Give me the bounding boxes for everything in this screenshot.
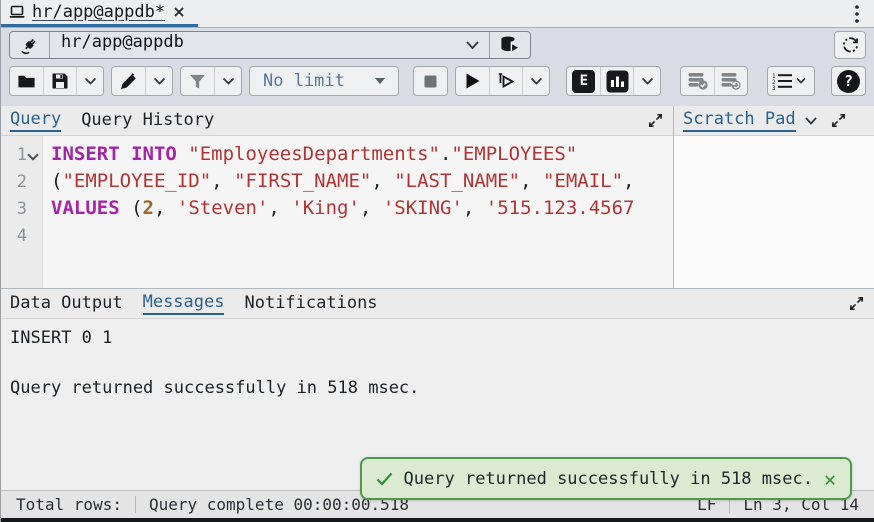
maximize-query-panel-button[interactable] [647,112,664,129]
close-tab-icon[interactable] [172,5,186,19]
message-line [10,351,865,376]
plug-icon [19,35,40,56]
connection-selector[interactable]: hr/app@appdb [9,31,531,59]
connection-status-button[interactable] [10,32,50,58]
filter-icon [188,73,207,90]
query-tool-window: hr/app@appdb* hr/app@appdb [0,0,874,522]
edit-options-button[interactable] [145,67,172,95]
maximize-scratch-pad-button[interactable] [830,112,847,129]
fold-chevron-icon[interactable] [27,149,39,161]
scratch-pad-header: Scratch Pad [674,106,874,136]
toast-close-icon[interactable]: ✕ [824,469,836,489]
scratch-pad-editor[interactable] [674,136,874,288]
chevron-down-icon [84,77,97,86]
query-tool-tab[interactable]: hr/app@appdb* [1,0,198,27]
tab-notifications[interactable]: Notifications [244,293,377,314]
save-button[interactable] [43,67,76,95]
total-rows-label: Total rows: [16,495,122,514]
code-line[interactable]: VALUES (2, 'Steven', 'King', 'SKING', '5… [51,195,673,222]
help-icon: ? [837,70,860,93]
macros-button[interactable]: 123 [768,67,814,95]
window-menu-button[interactable] [840,0,874,27]
row-limit-select[interactable]: No limit [250,67,398,95]
tab-query-history[interactable]: Query History [81,110,214,131]
status-separator [135,496,136,513]
kebab-icon [854,4,860,24]
row-limit-value: No limit [263,71,345,91]
folder-icon [17,73,36,90]
tab-query[interactable]: Query [10,109,61,132]
execute-options-button[interactable] [522,67,549,95]
success-toast: Query returned successfully in 518 msec.… [360,457,852,500]
execute-script-button[interactable] [456,67,489,95]
query-editor-pane: Query Query History 1234 INSERT INTO "Em… [1,106,674,288]
execute-query-button[interactable] [489,67,522,95]
play-cursor-icon [497,72,516,90]
scratch-pad-pane: Scratch Pad [674,106,874,288]
explain-button[interactable]: E [567,67,600,95]
refresh-icon [841,36,860,55]
filter-options-button[interactable] [214,67,241,95]
chevron-down-icon [641,77,654,86]
connection-bar: hr/app@appdb [1,28,874,62]
edit-button[interactable] [112,67,145,95]
connection-value[interactable]: hr/app@appdb [50,32,456,58]
query-toolbar: No limit [1,62,874,106]
save-options-button[interactable] [76,67,103,95]
chevron-down-icon [530,77,543,86]
tab-data-output[interactable]: Data Output [10,293,123,314]
tab-scratch-pad[interactable]: Scratch Pad [683,109,796,132]
database-commit-icon [687,71,709,91]
reset-layout-button[interactable] [834,31,866,59]
chevron-down-icon [222,77,235,86]
maximize-output-panel-button[interactable] [848,295,865,312]
numbered-list-icon: 123 [772,72,810,90]
database-new-icon [499,35,521,55]
commit-button[interactable] [681,67,714,95]
help-button[interactable]: ? [832,67,865,95]
scratch-pad-options-button[interactable] [804,116,818,126]
window-tab-bar: hr/app@appdb* [1,0,874,28]
terminal-icon [9,5,25,19]
message-line: Query returned successfully in 518 msec. [10,376,865,401]
line-number: 2 [1,168,42,195]
output-tabs: Data Output Messages Notifications [1,289,874,319]
editor-gutter: 1234 [1,136,43,288]
new-connection-button[interactable] [489,32,530,58]
bar-chart-icon [606,70,629,93]
stop-icon [422,73,439,90]
main-panels: Query Query History 1234 INSERT INTO "Em… [1,106,874,288]
editor-tabs: Query Query History [1,106,673,136]
database-rollback-icon [720,71,742,91]
explain-icon: E [572,70,595,93]
code-line[interactable] [51,222,673,249]
chevron-down-icon [153,77,166,86]
message-line: INSERT 0 1 [10,326,865,351]
open-file-button[interactable] [10,67,43,95]
filter-button[interactable] [181,67,214,95]
editor-code[interactable]: INSERT INTO "EmployeesDepartments"."EMPL… [43,136,673,288]
line-number: 4 [1,222,42,249]
tab-messages[interactable]: Messages [143,292,225,315]
explain-analyze-button[interactable] [600,67,633,95]
connection-dropdown-chevron[interactable] [456,32,489,58]
line-number: 1 [1,141,42,168]
window-bottom-edge [1,518,874,522]
code-line[interactable]: ("EMPLOYEE_ID", "FIRST_NAME", "LAST_NAME… [51,168,673,195]
save-icon [51,72,69,90]
caret-down-icon [375,78,385,84]
toast-message: Query returned successfully in 518 msec. [404,469,813,489]
svg-text:3: 3 [772,85,776,90]
stop-button[interactable] [414,67,447,95]
line-number: 3 [1,195,42,222]
rollback-button[interactable] [714,67,747,95]
success-check-icon [376,472,393,486]
play-icon [464,72,481,90]
sql-editor[interactable]: 1234 INSERT INTO "EmployeesDepartments".… [1,136,673,288]
code-line[interactable]: INSERT INTO "EmployeesDepartments"."EMPL… [51,141,673,168]
explain-options-button[interactable] [633,67,660,95]
chevron-down-icon [465,40,480,50]
tab-title: hr/app@appdb* [32,2,165,22]
pencil-icon [119,72,138,91]
